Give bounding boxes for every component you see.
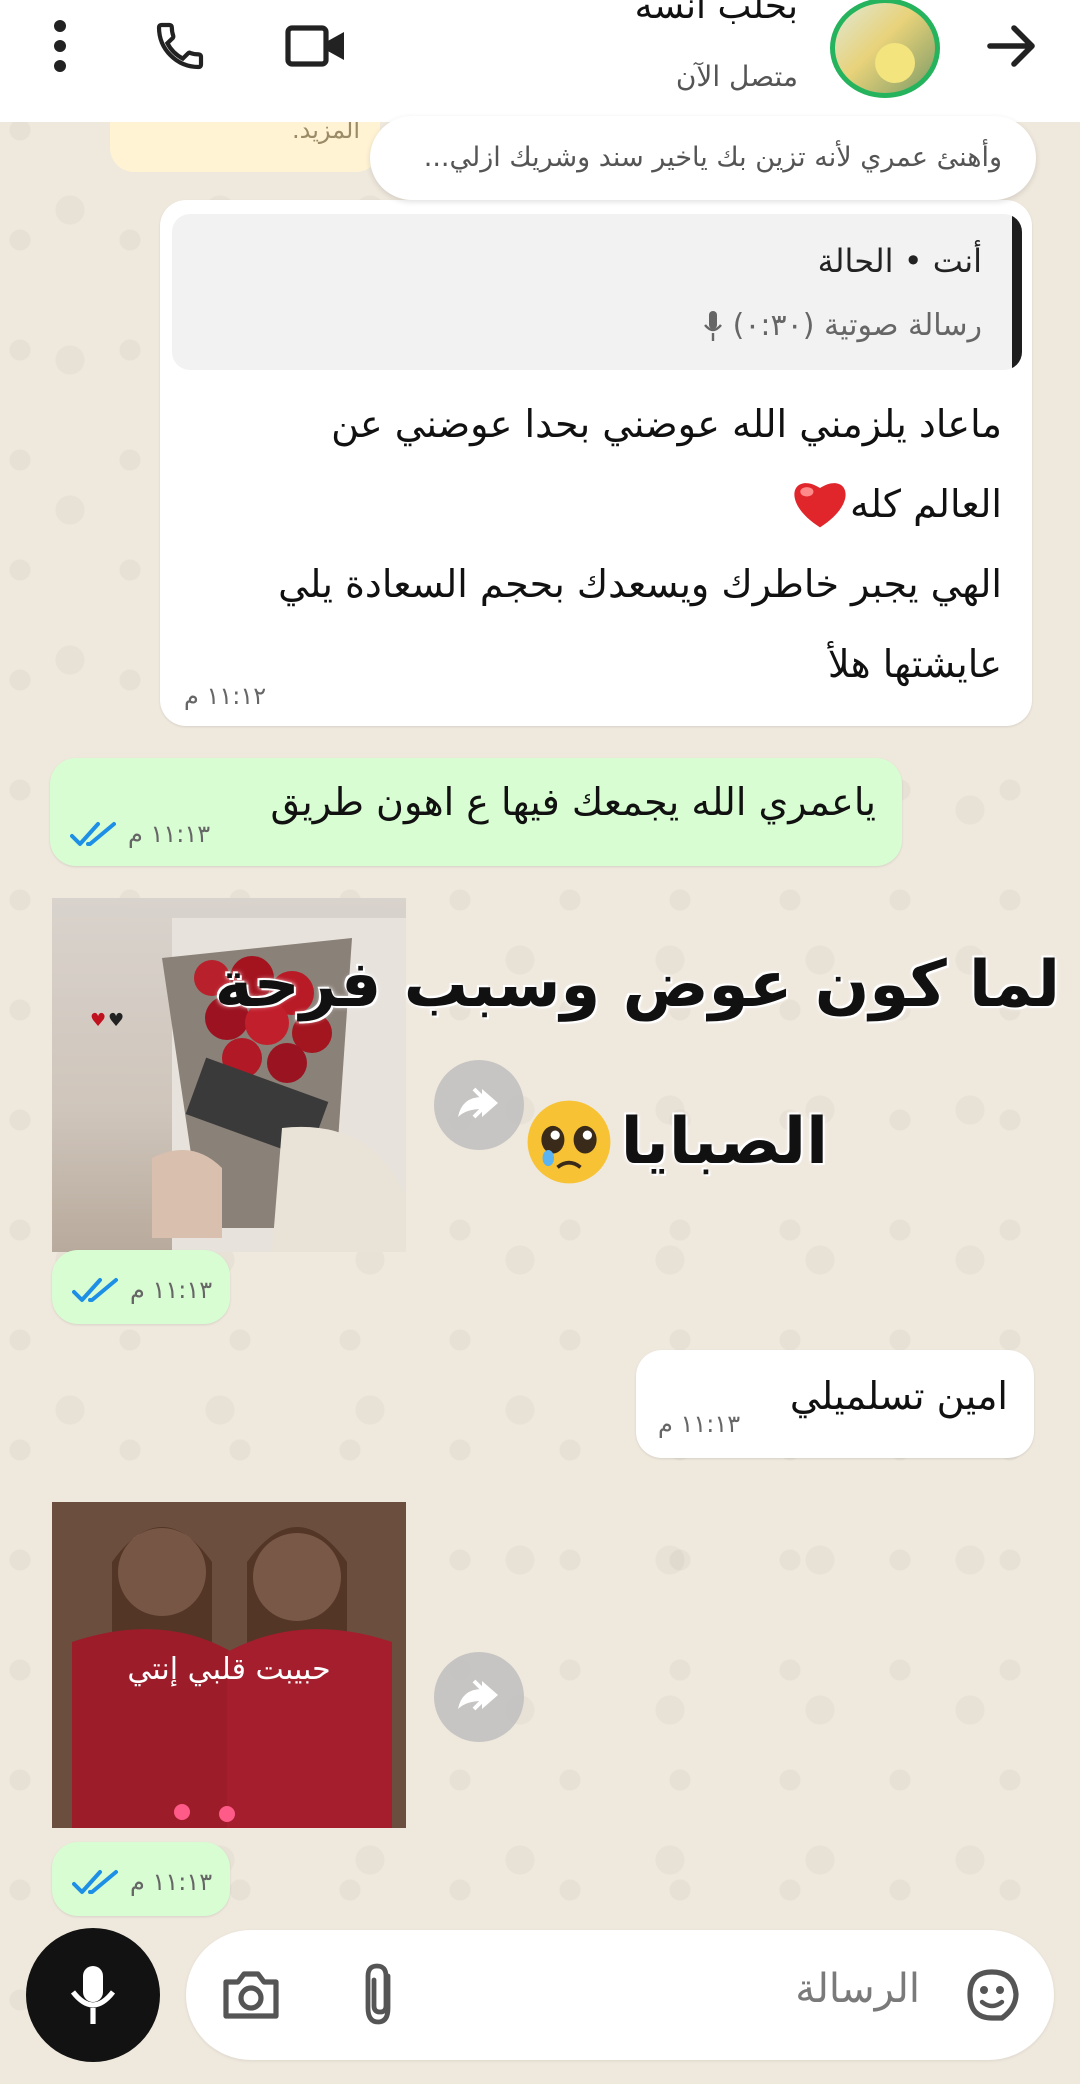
status-preview-pill[interactable]: وأهنئ عمري لأنه تزين بك ياخير سند وشريك …: [370, 116, 1036, 200]
incoming-message[interactable]: امين تسلميلي ١١:١٣ م: [636, 1350, 1034, 1458]
contact-status: متصل الآن: [675, 60, 798, 93]
paperclip-icon[interactable]: [360, 1960, 400, 2032]
chat-header: بحلب انسه متصل الآن: [0, 0, 1080, 122]
video-icon[interactable]: [284, 14, 348, 78]
quote-voice-note: رسالة صوتية (٠:٣٠): [703, 308, 982, 343]
message-line: الهي يجبر خاطرك ويسعدك بحجم السعادة يلي: [278, 562, 1002, 606]
read-ticks-icon: [72, 1870, 118, 1894]
message-time: ١١:١٢ م: [184, 682, 267, 710]
image-overlay-text: لما كون عوض وسبب فرحة: [214, 948, 1060, 1022]
sticker-icon[interactable]: [962, 1964, 1024, 2030]
message-time: ١١:١٣ م: [128, 820, 211, 848]
forward-icon: [458, 1087, 498, 1119]
read-ticks-icon: [72, 1278, 118, 1302]
quote-author: أنت • الحالة: [817, 242, 982, 280]
quote-voice-label: رسالة صوتية (٠:٣٠): [732, 308, 982, 343]
forward-button[interactable]: [434, 1060, 524, 1150]
message-time: ١١:١٣ م: [130, 1276, 213, 1304]
image-time-chip: ١١:١٣ م: [52, 1250, 230, 1324]
message-time: ١١:١٣ م: [658, 1410, 741, 1438]
contact-name[interactable]: بحلب انسه: [635, 0, 798, 27]
contact-avatar[interactable]: [830, 0, 940, 98]
pleading-face-emoji-icon: [527, 1100, 611, 1184]
message-text: ياعمري الله يجمعك فيها ع اهون طريق: [270, 780, 876, 824]
phone-icon[interactable]: [148, 14, 212, 78]
forward-button[interactable]: [434, 1652, 524, 1742]
svg-text:♥: ♥: [90, 1010, 106, 1031]
overlay-line2-text: الصبايا: [620, 1105, 828, 1179]
image-time-chip: ١١:١٣ م: [52, 1842, 230, 1916]
image-caption: حبيبت قلبي إنتي: [127, 1652, 331, 1687]
quote-accent-bar: [1012, 214, 1022, 370]
mic-small-icon: [703, 310, 722, 341]
outgoing-message[interactable]: ياعمري الله يجمعك فيها ع اهون طريق ١١:١٣…: [50, 758, 902, 866]
svg-text:♥: ♥: [108, 1010, 124, 1031]
message-time: ١١:١٣ م: [130, 1868, 213, 1896]
camera-icon[interactable]: [220, 1968, 282, 2026]
message-line: عايشتها هلأ: [827, 642, 1002, 686]
red-heart-emoji-icon: [794, 482, 846, 527]
forward-icon: [458, 1679, 498, 1711]
image-overlay-text-line2: الصبايا: [523, 1096, 828, 1188]
quoted-status-reply[interactable]: أنت • الحالة رسالة صوتية (٠:٣٠): [172, 214, 1022, 370]
message-text: امين تسلميلي: [789, 1374, 1008, 1418]
more-vert-icon[interactable]: [28, 14, 92, 78]
message-line-text: العالم كله: [849, 482, 1002, 526]
message-composer[interactable]: الرسالة: [186, 1930, 1054, 2060]
message-line: العالم كله: [182, 464, 1002, 544]
message-input[interactable]: الرسالة: [795, 1966, 920, 2012]
voice-record-button[interactable]: [26, 1928, 160, 2062]
arrow-forward-icon[interactable]: [980, 14, 1044, 78]
shared-image-girls[interactable]: حبيبت قلبي إنتي: [52, 1502, 406, 1828]
read-ticks-icon: [70, 822, 116, 846]
incoming-message[interactable]: أنت • الحالة رسالة صوتية (٠:٣٠) ماعاد يل…: [160, 200, 1032, 726]
mic-icon: [71, 1966, 115, 2024]
message-line: ماعاد يلزمني الله عوضني بحدا عوضني عن: [331, 402, 1002, 446]
